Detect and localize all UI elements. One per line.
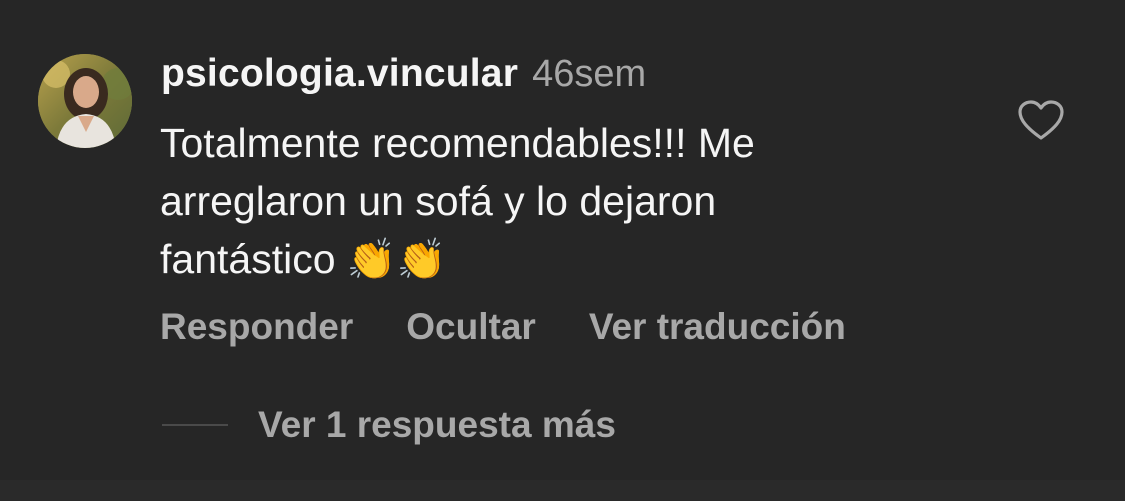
comment-text: Totalmente recomendables!!! Me arreglaro… [160, 114, 980, 289]
comment-line: Totalmente recomendables!!! Me [160, 120, 755, 166]
username[interactable]: psicologia.vincular [161, 52, 518, 96]
comment-line: fantástico [160, 236, 336, 282]
avatar[interactable] [38, 54, 132, 148]
profile-photo [38, 54, 132, 148]
comment-line: arreglaron un sofá y lo dejaron [160, 178, 717, 224]
view-replies-label[interactable]: Ver 1 respuesta más [258, 404, 616, 446]
reply-button[interactable]: Responder [160, 306, 353, 348]
comment-actions: Responder Ocultar Ver traducción [160, 306, 846, 348]
heart-outline-icon[interactable] [1017, 99, 1065, 141]
timestamp: 46sem [532, 53, 647, 95]
clapping-hands-icon: 👏 [346, 238, 397, 282]
bottom-divider [0, 480, 1125, 501]
translate-button[interactable]: Ver traducción [589, 306, 846, 348]
comment-header: psicologia.vincular 46sem [161, 52, 646, 104]
replies-divider-line [162, 424, 228, 426]
comment: psicologia.vincular 46sem Totalmente rec… [0, 0, 1125, 480]
view-replies[interactable]: Ver 1 respuesta más [162, 404, 616, 446]
clapping-hands-icon: 👏 [396, 238, 447, 282]
hide-button[interactable]: Ocultar [406, 306, 536, 348]
comment-line-last: fantástico 👏👏 [160, 230, 980, 289]
